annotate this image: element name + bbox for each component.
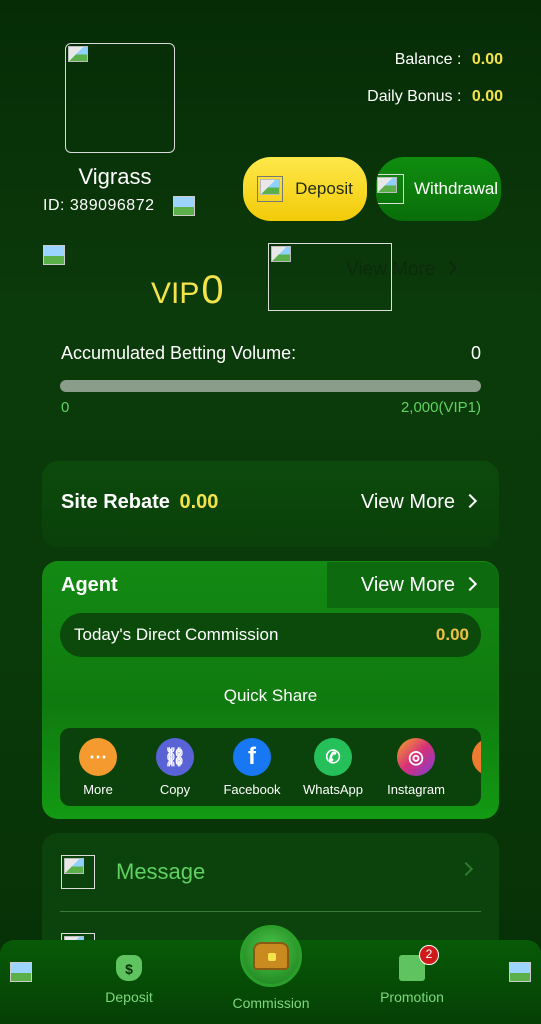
- money-bag-icon: $: [116, 955, 142, 981]
- quick-share-title: Quick Share: [223, 686, 318, 705]
- progress-max-label: 2,000(VIP1): [400, 399, 481, 416]
- share-item-label: WhatsApp: [303, 782, 363, 797]
- nav-home-icon[interactable]: [10, 962, 32, 982]
- chevron-right-icon: [443, 260, 458, 276]
- message-menu-item[interactable]: Message: [116, 859, 205, 885]
- nav-promotion-label: Promotion: [380, 989, 444, 1005]
- vip-label: VIP: [151, 277, 200, 310]
- nav-deposit-label: Deposit: [105, 989, 153, 1005]
- vip-progress-bar: [60, 380, 481, 392]
- chevron-right-icon: [451, 861, 474, 881]
- share-item-label: More: [83, 782, 113, 797]
- agent-view-more-label: View More: [360, 574, 455, 596]
- user-id-label: ID:: [43, 197, 65, 214]
- share-whatsapp-button[interactable]: ✆ WhatsApp: [298, 738, 368, 797]
- daily-bonus-value: 0.00: [471, 88, 503, 105]
- share-facebook-button[interactable]: f Facebook: [217, 738, 287, 797]
- username: Vigrass: [78, 164, 152, 189]
- share-item-label: Facebook: [223, 782, 281, 797]
- share-item-label: Instagram: [387, 782, 445, 797]
- nav-promotion[interactable]: 2 Promotion: [372, 945, 452, 1005]
- user-id: ID: 389096872: [43, 197, 155, 215]
- site-rebate-label: Site Rebate: [61, 491, 170, 513]
- link-icon: ⛓: [156, 738, 194, 776]
- site-rebate-value: 0.00: [179, 491, 219, 513]
- share-copy-button[interactable]: ⛓ Copy: [140, 738, 210, 797]
- share-icon: ⋯: [79, 738, 117, 776]
- instagram-icon: ◎: [397, 738, 435, 776]
- balance-value: 0.00: [471, 51, 503, 68]
- balance-row: Balance : 0.00: [395, 51, 503, 69]
- notification-badge: 2: [419, 945, 439, 965]
- nav-commission[interactable]: Commission: [222, 925, 320, 1011]
- agent-view-more-link[interactable]: View More: [360, 574, 478, 597]
- share-partial-icon: [472, 738, 481, 776]
- treasure-chest-icon: [240, 925, 302, 987]
- copy-id-icon[interactable]: [173, 196, 195, 216]
- deposit-button[interactable]: Deposit: [243, 157, 367, 221]
- vip-level: VIP0: [151, 268, 224, 313]
- site-rebate: Site Rebate 0.00: [61, 491, 218, 514]
- share-instagram-button[interactable]: ◎ Instagram: [381, 738, 451, 797]
- vip-badge-icon: [43, 245, 65, 265]
- vip-view-more-label: View More: [346, 259, 436, 280]
- share-item-label: Copy: [159, 782, 191, 797]
- nav-commission-label: Commission: [232, 995, 310, 1011]
- rebate-view-more-label: View More: [360, 491, 455, 513]
- chevron-right-icon: [462, 576, 478, 592]
- betting-volume-value: 0: [470, 343, 481, 363]
- vip-level-number: 0: [201, 268, 224, 312]
- commission-value: 0.00: [435, 625, 469, 644]
- nav-profile-icon[interactable]: [509, 962, 531, 982]
- daily-bonus-row: Daily Bonus : 0.00: [367, 88, 503, 106]
- commission-label: Today's Direct Commission: [74, 625, 279, 644]
- daily-bonus-label: Daily Bonus :: [367, 88, 462, 105]
- progress-min-label: 0: [61, 399, 70, 416]
- share-more-button[interactable]: ⋯ More: [63, 738, 133, 797]
- chevron-right-icon: [462, 493, 478, 509]
- withdrawal-button[interactable]: Withdrawal: [376, 157, 501, 221]
- share-partial-button[interactable]: [456, 738, 481, 782]
- broken-image-icon: [68, 46, 88, 62]
- nav-deposit[interactable]: $ Deposit: [94, 955, 164, 1005]
- withdrawal-icon: [376, 174, 404, 204]
- divider: [60, 911, 481, 912]
- deposit-icon: [257, 176, 284, 202]
- betting-volume-label: Accumulated Betting Volume:: [61, 343, 297, 363]
- facebook-icon: f: [233, 738, 271, 776]
- vip-view-more-link[interactable]: View More: [346, 259, 458, 281]
- share-row: ⋯ More ⛓ Copy f Facebook ✆ WhatsApp ◎ In…: [60, 728, 481, 806]
- agent-title: Agent: [61, 574, 118, 596]
- deposit-button-label: Deposit: [295, 179, 353, 198]
- message-icon: [61, 855, 95, 889]
- user-id-value: 389096872: [69, 197, 155, 214]
- avatar[interactable]: [65, 43, 175, 153]
- rebate-view-more-link[interactable]: View More: [360, 491, 478, 514]
- withdrawal-button-label: Withdrawal: [414, 179, 499, 198]
- gift-icon: 2: [399, 945, 439, 981]
- whatsapp-icon: ✆: [314, 738, 352, 776]
- balance-label: Balance :: [394, 51, 462, 68]
